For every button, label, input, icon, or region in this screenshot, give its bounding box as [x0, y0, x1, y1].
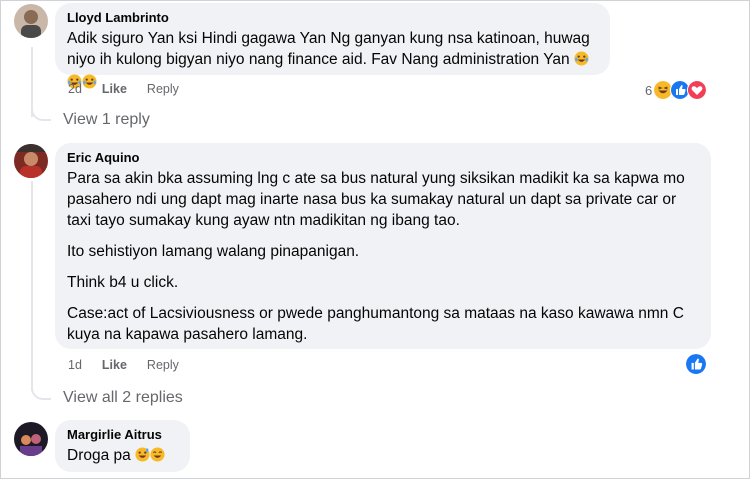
comment-paragraph: Ito sehistiyon lamang walang pinapanigan…: [67, 243, 360, 260]
avatar[interactable]: [14, 4, 48, 38]
reply-button[interactable]: Reply: [147, 358, 179, 372]
thread-connector: [31, 384, 51, 400]
reply-button[interactable]: Reply: [147, 82, 179, 96]
comment-paragraph: Case:act of Lacsiviousness or pwede pang…: [67, 305, 684, 343]
comment-author[interactable]: Margirlie Aitrus: [67, 427, 178, 443]
comment-text: Droga pa: [67, 447, 131, 464]
love-reaction-icon: [687, 80, 708, 100]
comment-author[interactable]: Eric Aquino: [67, 150, 699, 166]
comment-paragraph: Para sa akin bka assuming lng c ate sa b…: [67, 170, 685, 229]
view-replies-link[interactable]: View all 2 replies: [63, 389, 183, 407]
avatar[interactable]: [14, 422, 48, 456]
avatar[interactable]: [14, 144, 48, 178]
comment-bubble: Lloyd Lambrinto Adik siguro Yan ksi Hind…: [55, 3, 610, 89]
view-replies-link[interactable]: View 1 reply: [63, 111, 150, 129]
like-reaction-icon: [685, 353, 707, 375]
comment-actions: 1d Like Reply: [68, 358, 179, 372]
laugh-emoji: [150, 447, 165, 468]
thread-line: [31, 181, 33, 391]
thread-connector: [31, 105, 51, 121]
reaction-summary[interactable]: 6: [645, 80, 708, 100]
reaction-count: 6: [645, 82, 653, 98]
like-button[interactable]: Like: [102, 358, 127, 372]
comment-author[interactable]: Lloyd Lambrinto: [67, 10, 598, 26]
comment-bubble: Eric Aquino Para sa akin bka assuming ln…: [55, 143, 711, 349]
comment-timestamp[interactable]: 1d: [68, 358, 82, 372]
comment-text: Adik siguro Yan ksi Hindi gagawa Yan Ng …: [67, 30, 590, 68]
comment-paragraph: Think b4 u click.: [67, 274, 179, 291]
comment-timestamp[interactable]: 2d: [68, 82, 82, 96]
comment-actions: 2d Like Reply: [68, 82, 179, 96]
like-button[interactable]: Like: [102, 82, 127, 96]
comment-bubble: Margirlie Aitrus Droga pa: [55, 420, 190, 472]
reaction-summary[interactable]: [685, 353, 707, 375]
laugh-cry-emoji: [574, 51, 589, 72]
grin-sweat-emoji: [135, 447, 150, 468]
